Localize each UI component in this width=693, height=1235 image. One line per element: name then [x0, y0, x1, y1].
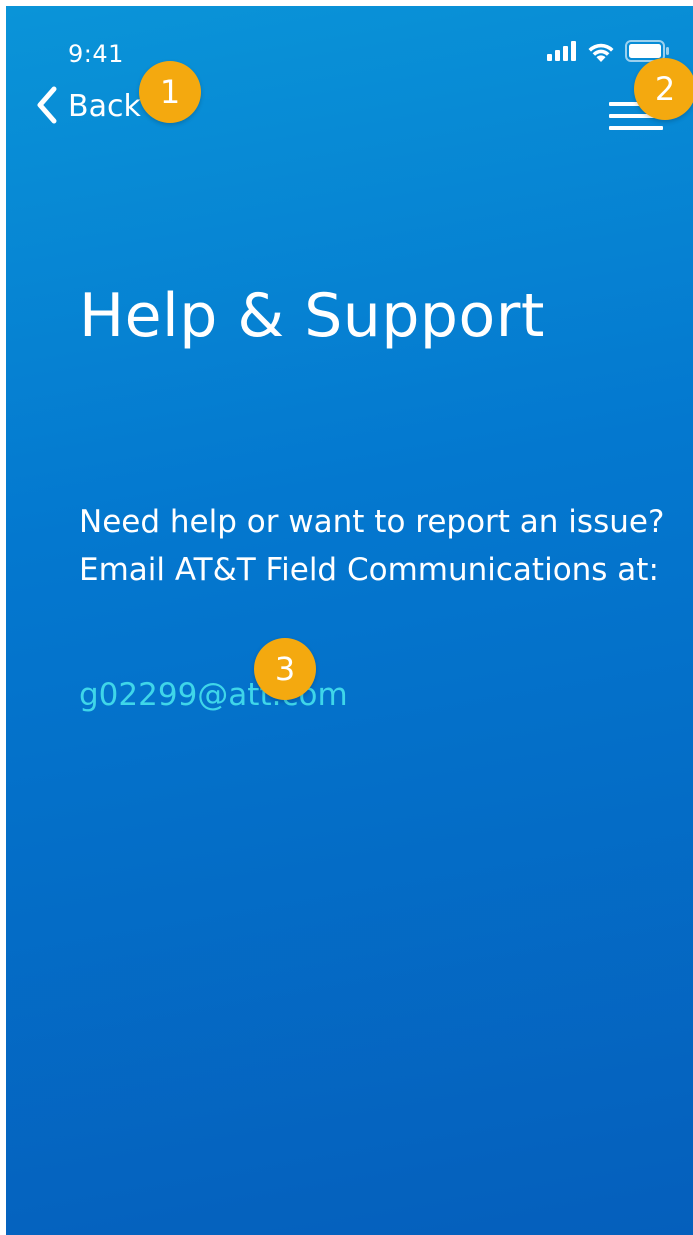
- wifi-icon: [587, 41, 615, 66]
- help-line-1: Need help or want to report an issue?: [79, 504, 665, 540]
- help-line-2: Email AT&T Field Communications at:: [79, 552, 659, 588]
- cellular-signal-icon: [547, 41, 577, 65]
- back-label: Back: [68, 89, 141, 124]
- page-title: Help & Support: [79, 281, 545, 351]
- annotation-badge-2: 2: [634, 58, 693, 120]
- chevron-left-icon: [36, 86, 58, 128]
- annotation-badge-1: 1: [139, 61, 201, 123]
- annotation-badge-3: 3: [254, 638, 316, 700]
- help-support-screen: 9:41 Back 1 2 Help & Support Need help o…: [6, 6, 693, 1235]
- help-description: Need help or want to report an issue? Em…: [79, 498, 679, 594]
- back-button[interactable]: Back: [36, 86, 141, 128]
- status-time: 9:41: [68, 40, 124, 68]
